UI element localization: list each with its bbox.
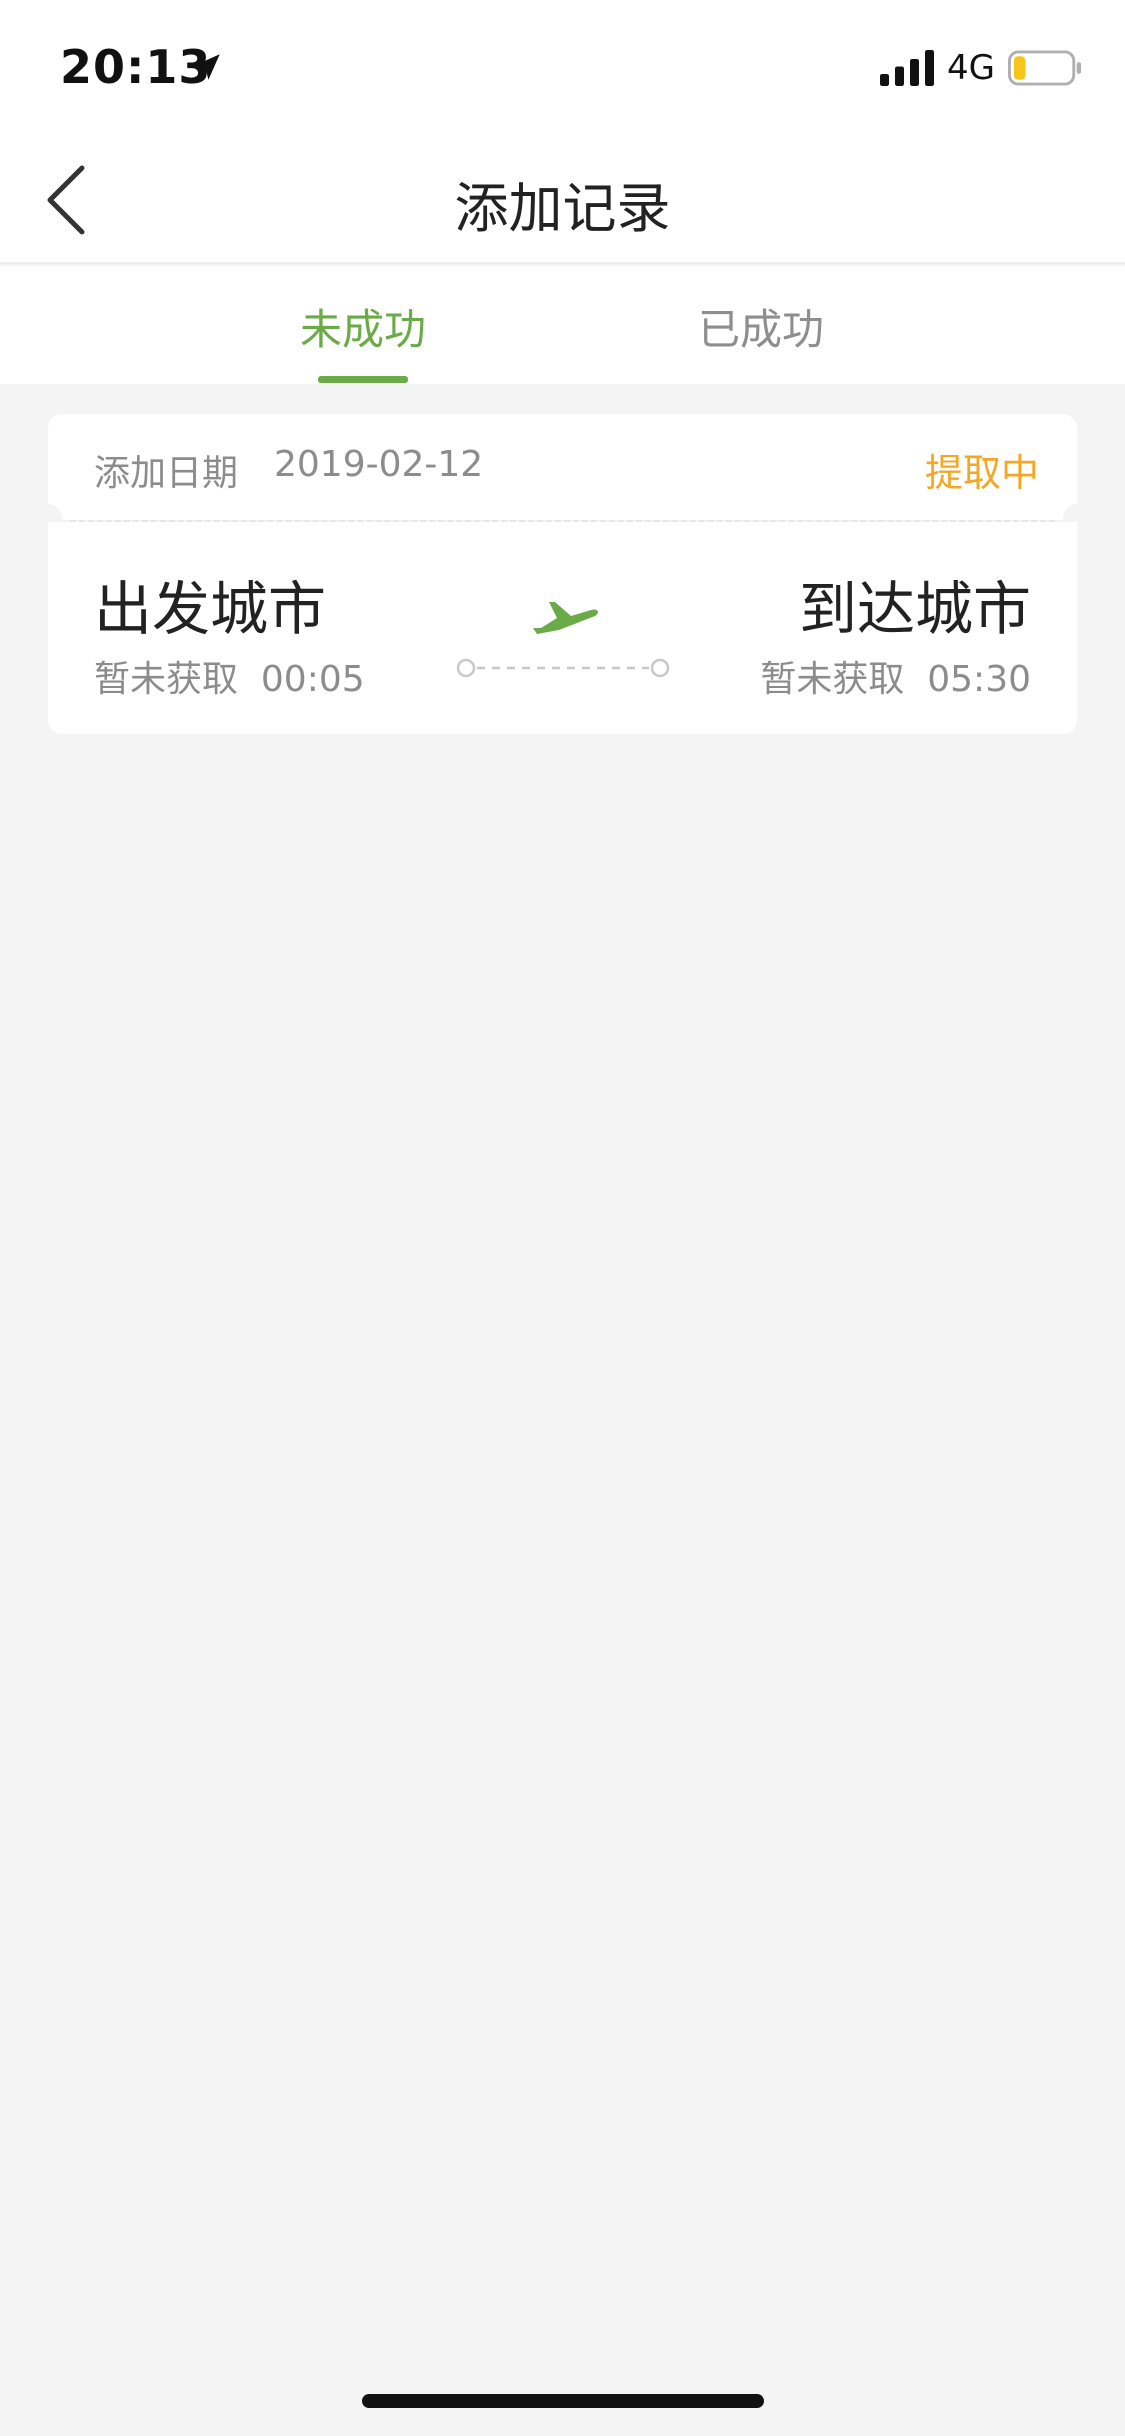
date-value: 2019-02-12 bbox=[274, 444, 484, 485]
arrival-info: 暂未获取 05:30 bbox=[760, 650, 1031, 702]
home-indicator[interactable] bbox=[362, 2394, 764, 2408]
status-time: 20:13 bbox=[60, 40, 212, 94]
status-badge: 提取中 bbox=[924, 451, 1039, 495]
location-arrow-icon bbox=[194, 54, 220, 80]
network-type: 4G bbox=[947, 48, 995, 88]
departure-info: 暂未获取 00:05 bbox=[94, 650, 365, 702]
departure-status: 暂未获取 bbox=[94, 659, 239, 700]
arrival-city: 到达城市 bbox=[798, 575, 1031, 643]
cellular-signal-icon bbox=[880, 50, 934, 86]
airplane-icon bbox=[533, 602, 598, 634]
record-card-header: 添加日期 2019-02-12 提取中 bbox=[48, 414, 1077, 520]
tab-unsuccessful[interactable]: 未成功 bbox=[233, 296, 493, 357]
departure-city: 出发城市 bbox=[94, 575, 327, 643]
flight-route-icon bbox=[456, 602, 670, 678]
arrival-status: 暂未获取 bbox=[760, 659, 905, 700]
tab-bar: 未成功 已成功 bbox=[0, 266, 1125, 384]
record-card[interactable]: 添加日期 2019-02-12 提取中 出发城市 暂未获取 00:05 到达城市… bbox=[34, 414, 1091, 734]
record-card-body: 出发城市 暂未获取 00:05 到达城市 暂未获取 05:30 bbox=[48, 522, 1077, 734]
page-title: 添加记录 bbox=[454, 177, 671, 240]
departure-time: 00:05 bbox=[260, 659, 365, 700]
active-tab-indicator bbox=[318, 376, 408, 383]
arrival-time: 05:30 bbox=[927, 659, 1031, 700]
battery-icon bbox=[1008, 50, 1082, 86]
date-label: 添加日期 bbox=[94, 453, 239, 494]
navigation-bar: 添加记录 bbox=[0, 132, 1125, 264]
tab-successful[interactable]: 已成功 bbox=[631, 296, 891, 357]
status-bar: 20:13 4G bbox=[0, 0, 1125, 132]
